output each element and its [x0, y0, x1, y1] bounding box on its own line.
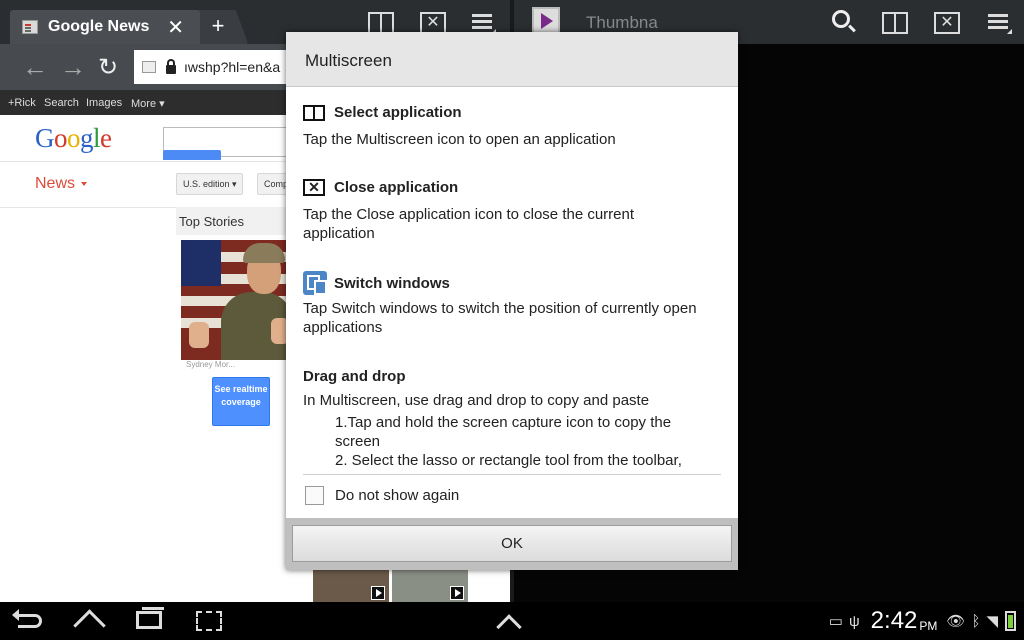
lock-icon: [166, 58, 176, 74]
video-thumbnails: [313, 570, 475, 602]
section-text: Tap the Close application icon to close …: [303, 206, 635, 242]
forward-arrow-icon[interactable]: →: [60, 54, 86, 80]
realtime-coverage-button[interactable]: See realtime coverage: [212, 377, 270, 426]
news-favicon-icon: [22, 20, 38, 34]
multiscreen-split-icon[interactable]: [882, 12, 908, 34]
chevron-up-icon[interactable]: [496, 614, 522, 640]
heading-text: Close application: [334, 179, 459, 196]
section-heading: Drag and drop: [303, 368, 406, 385]
url-text: ıwshp?hl=en&a: [184, 59, 281, 75]
video-thumbnail[interactable]: [392, 570, 468, 602]
gbar-link-more[interactable]: More ▾: [131, 97, 165, 110]
photo-caption: Sydney Mor...: [186, 360, 235, 369]
section-text: Tap Switch windows to switch the positio…: [303, 300, 697, 336]
new-tab-button[interactable]: +: [205, 10, 231, 44]
battery-icon: [1005, 611, 1016, 631]
logo-letter: e: [100, 123, 112, 153]
story-photo[interactable]: [181, 240, 290, 360]
status-area[interactable]: ▭ ψ 2:42 PM 👁 ᛒ ◥: [826, 602, 1024, 640]
close-app-icon[interactable]: ✕: [934, 12, 960, 34]
address-bar[interactable]: ıwshp?hl=en&a: [134, 50, 304, 84]
gbar-link-search[interactable]: Search: [44, 97, 79, 109]
back-icon[interactable]: [12, 609, 42, 628]
screen: + Google News ✕ ✕ ← → ↻ ıwshp?hl=en&a +R…: [0, 0, 1024, 640]
section-text: In Multiscreen, use drag and drop to cop…: [303, 392, 650, 409]
menu-icon[interactable]: [986, 12, 1012, 34]
multiscreen-split-icon[interactable]: [368, 12, 394, 34]
tab-title: Google News: [48, 18, 150, 35]
section-heading: Switch windows: [303, 271, 450, 295]
logo-letter: g: [80, 123, 94, 153]
logo-letter: l: [93, 123, 101, 153]
site-favicon-icon: [142, 61, 156, 73]
tab-close-icon[interactable]: ✕: [167, 15, 184, 40]
wifi-icon: ◥: [986, 613, 998, 630]
section-heading: Select application: [303, 104, 462, 121]
video-player-icon: [532, 7, 560, 35]
do-not-show-checkbox[interactable]: [305, 486, 324, 505]
dialog-body[interactable]: Select application Tap the Multiscreen i…: [303, 88, 721, 474]
tab-google-news[interactable]: Google News ✕: [10, 10, 200, 44]
checkbox-label: Do not show again: [335, 487, 460, 504]
play-icon: [450, 586, 464, 600]
screen-capture-icon[interactable]: [196, 611, 222, 631]
divider: [0, 161, 290, 162]
screen-icon: ▭: [828, 613, 843, 630]
search-button[interactable]: [163, 150, 221, 160]
google-logo[interactable]: Google: [35, 123, 112, 154]
recent-apps-icon[interactable]: [136, 607, 164, 629]
multiscreen-icon: [303, 104, 325, 121]
close-app-icon: ✕: [303, 179, 325, 196]
menu-icon[interactable]: [470, 12, 496, 34]
heading-text: Select application: [334, 104, 462, 121]
usb-icon: ψ: [848, 612, 860, 630]
news-section-label[interactable]: News: [35, 175, 87, 193]
button-bar: OK: [286, 518, 738, 570]
search-icon[interactable]: [832, 10, 850, 28]
back-arrow-icon[interactable]: ←: [22, 54, 48, 80]
switch-windows-icon: [303, 271, 327, 295]
logo-letter: o: [54, 123, 68, 153]
play-icon: [371, 586, 385, 600]
ok-button[interactable]: OK: [292, 525, 732, 562]
heading-text: Switch windows: [334, 274, 450, 292]
section-text: Tap the Multiscreen icon to open an appl…: [303, 131, 616, 148]
heading-text: Drag and drop: [303, 368, 406, 385]
top-stories-header[interactable]: Top Stories: [176, 207, 290, 235]
bluetooth-icon: ᛒ: [971, 612, 981, 630]
divider: [303, 474, 721, 475]
clock: 2:42: [870, 607, 918, 634]
gbar-link-images[interactable]: Images: [86, 97, 122, 109]
video-thumbnail[interactable]: [313, 570, 389, 602]
section-heading: ✕ Close application: [303, 179, 458, 196]
video-app-title: Thumbna: [586, 13, 658, 32]
clock-ampm: PM: [919, 619, 938, 633]
gbar-link-rick[interactable]: +Rick: [8, 97, 36, 109]
reload-icon[interactable]: ↻: [98, 53, 118, 82]
dialog-title: Multiscreen: [286, 32, 738, 87]
edition-dropdown[interactable]: U.S. edition ▾: [176, 173, 243, 195]
eye-icon: 👁: [946, 613, 966, 630]
close-app-icon[interactable]: ✕: [420, 12, 446, 34]
thumbs-up: [189, 322, 209, 348]
logo-letter: G: [35, 123, 55, 153]
logo-letter: o: [67, 123, 81, 153]
list-item: 2. Select the lasso or rectangle tool fr…: [335, 452, 682, 469]
do-not-show-row[interactable]: Do not show again: [305, 486, 459, 505]
flag-canton: [181, 240, 221, 286]
home-icon[interactable]: [76, 611, 104, 631]
system-bar: ▭ ψ 2:42 PM 👁 ᛒ ◥: [0, 602, 1024, 640]
soldier-helmet: [243, 243, 285, 263]
list-item: 1.Tap and hold the screen capture icon t…: [335, 414, 672, 450]
multiscreen-dialog: Multiscreen Select application Tap the M…: [286, 32, 738, 570]
